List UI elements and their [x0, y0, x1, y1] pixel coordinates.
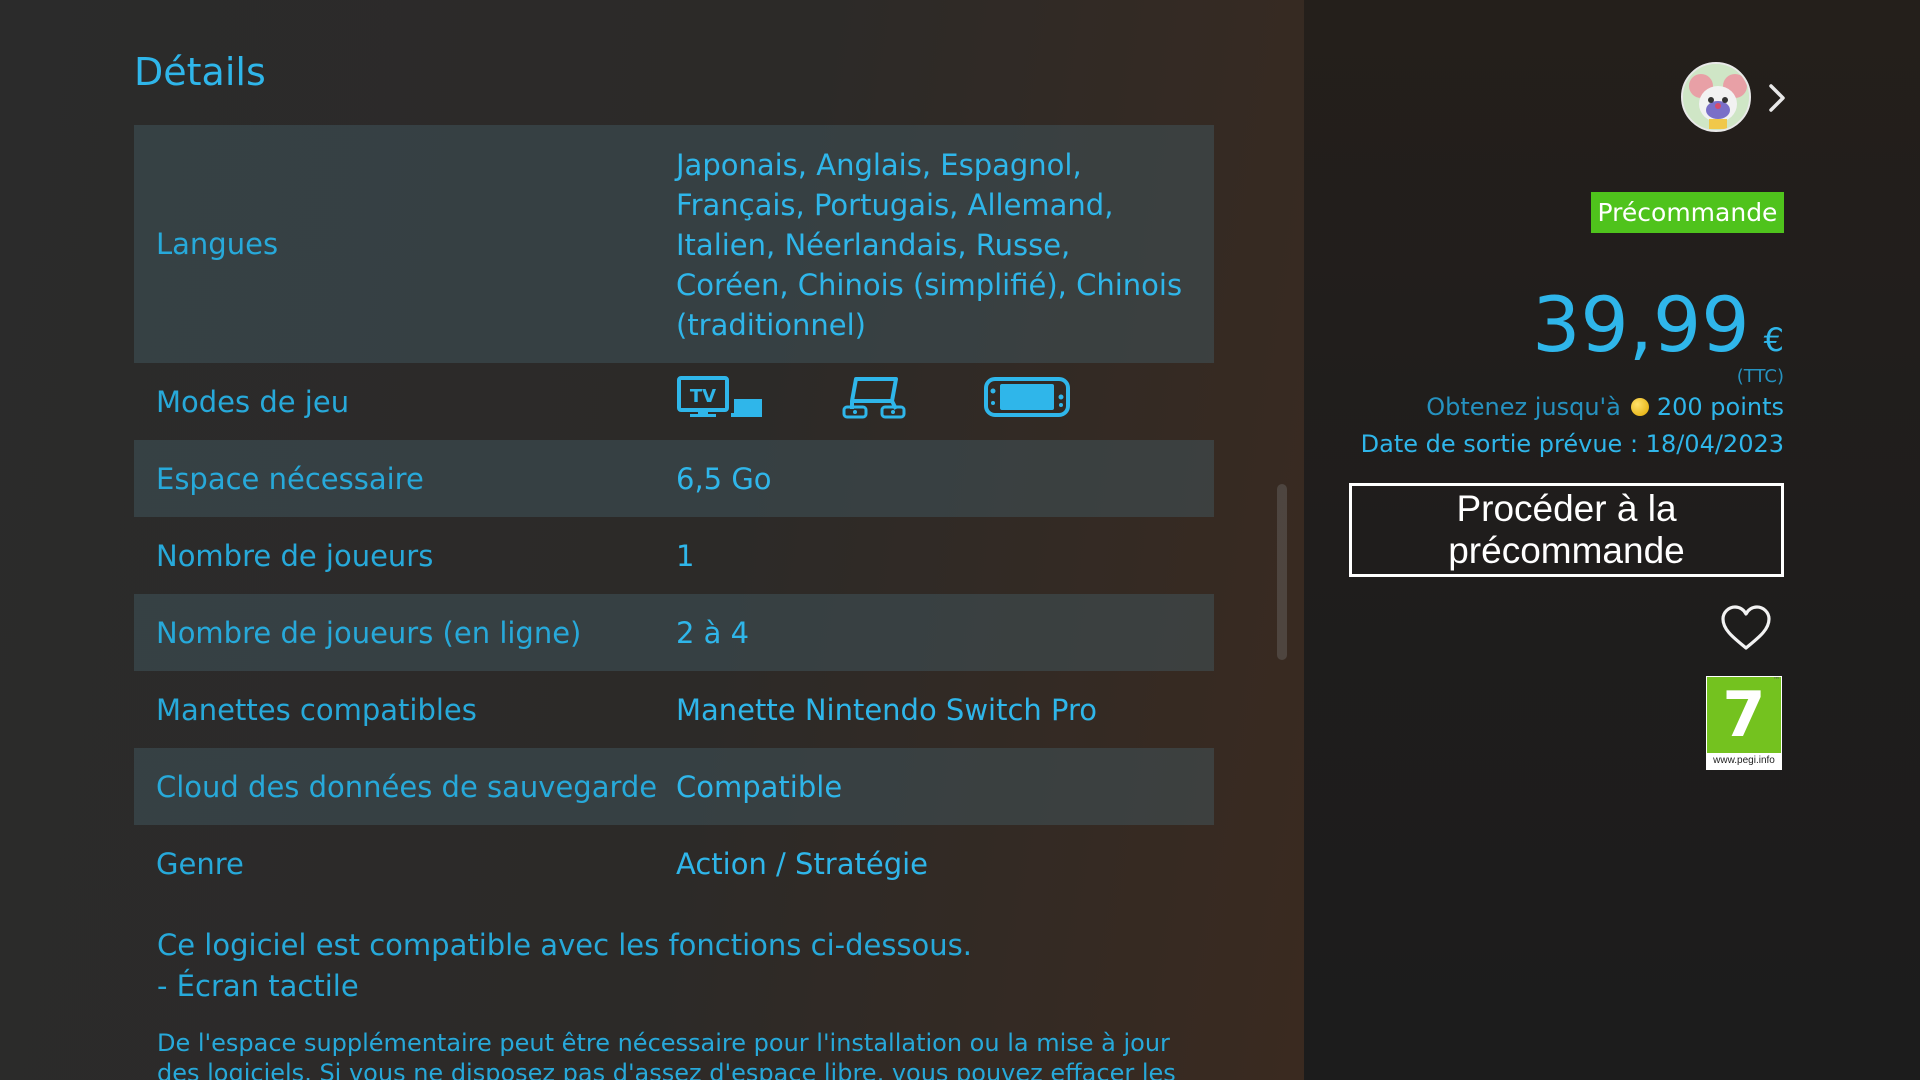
row-label: Manettes compatibles: [156, 692, 477, 727]
row-label: Langues: [156, 227, 279, 261]
row-value: Japonais, Anglais, Espagnol, Français, P…: [676, 148, 1183, 342]
price-currency: €: [1763, 321, 1784, 359]
row-languages: Langues Japonais, Anglais, Espagnol, Fra…: [134, 125, 1214, 363]
row-play-modes: Modes de jeu TV: [134, 363, 1214, 440]
row-label: Nombre de joueurs (en ligne): [156, 615, 582, 650]
row-online-players: Nombre de joueurs (en ligne) 2 à 4: [134, 594, 1214, 671]
row-storage: Espace nécessaire 6,5 Go: [134, 440, 1214, 517]
row-label: Modes de jeu: [156, 384, 350, 419]
details-title: Détails: [134, 50, 266, 94]
price: 39,99 €: [1532, 285, 1784, 365]
row-value: 2 à 4: [676, 615, 750, 650]
release-date: Date de sortie prévue : 18/04/2023: [1360, 430, 1784, 458]
pegi-rating-logo: 7 ™ www.pegi.info: [1706, 676, 1782, 770]
price-tax-note: (TTC): [1736, 366, 1784, 387]
pegi-rating-number: 7: [1707, 677, 1781, 753]
scrollbar[interactable]: [1277, 484, 1287, 660]
features-line: Ce logiciel est compatible avec les fonc…: [157, 928, 973, 962]
row-label: Genre: [156, 846, 244, 881]
row-players: Nombre de joueurs 1: [134, 517, 1214, 594]
row-value: 1: [676, 538, 695, 573]
details-table: Langues Japonais, Anglais, Espagnol, Fra…: [134, 125, 1214, 902]
storage-footnote: De l'espace supplémentaire peut être néc…: [157, 1029, 1176, 1080]
handheld-mode-icon: [984, 375, 1070, 429]
preorder-button[interactable]: Procéder à la précommande: [1349, 483, 1784, 577]
row-value: Compatible: [676, 769, 843, 804]
tabletop-mode-icon: [842, 375, 906, 429]
points-prefix: Obtenez jusqu'à: [1426, 393, 1621, 421]
points-info: Obtenez jusqu'à 200 points: [1426, 393, 1784, 421]
row-value: 6,5 Go: [676, 461, 772, 496]
features-item: - Écran tactile: [157, 969, 359, 1003]
row-value: TV: [676, 375, 1214, 429]
row-value: Action / Stratégie: [676, 846, 929, 881]
price-amount: 39,99: [1532, 280, 1750, 369]
coin-icon: [1630, 398, 1649, 416]
points-value: 200 points: [1656, 393, 1784, 421]
wishlist-heart-icon[interactable]: [1720, 604, 1772, 652]
features-note: Ce logiciel est compatible avec les fonc…: [157, 925, 1197, 1007]
pegi-url: www.pegi.info: [1713, 755, 1775, 766]
chevron-right-icon[interactable]: [1765, 78, 1789, 118]
tv-mode-icon: TV: [676, 375, 764, 429]
user-avatar[interactable]: [1681, 62, 1751, 132]
row-cloud-save: Cloud des données de sauvegarde Compatib…: [134, 748, 1214, 825]
row-controllers: Manettes compatibles Manette Nintendo Sw…: [134, 671, 1214, 748]
row-label: Nombre de joueurs: [156, 538, 434, 573]
row-value: Manette Nintendo Switch Pro: [676, 692, 1098, 727]
row-genre: Genre Action / Stratégie: [134, 825, 1214, 902]
svg-text:TV: TV: [690, 386, 716, 407]
row-label: Espace nécessaire: [156, 461, 424, 496]
row-label: Cloud des données de sauvegarde: [156, 769, 658, 804]
preorder-badge: Précommande: [1591, 192, 1784, 233]
